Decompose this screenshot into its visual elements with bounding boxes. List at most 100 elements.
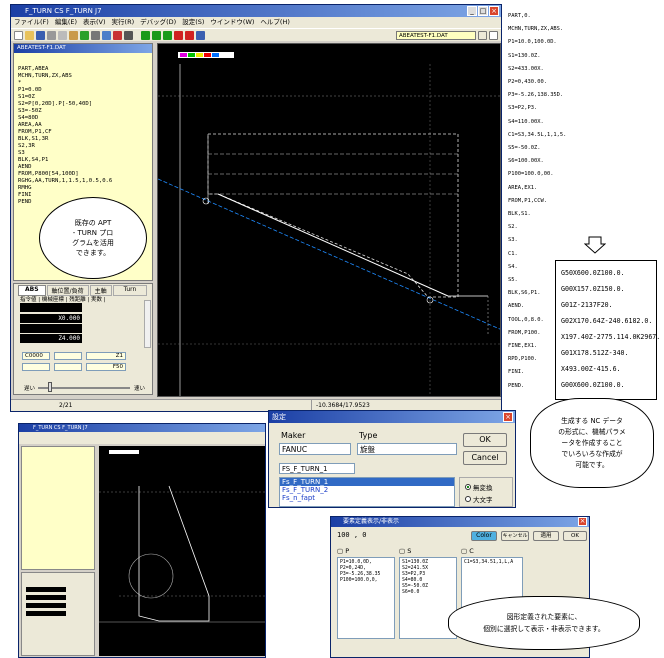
reset-icon[interactable] <box>185 30 194 40</box>
color-swatch-red <box>204 53 211 57</box>
zoom-icon[interactable] <box>102 30 111 40</box>
settings-title: 設定 <box>272 413 286 421</box>
p-label: P <box>345 547 350 555</box>
s-column-label: ▢ S <box>399 547 411 555</box>
radio-no-conversion[interactable]: 無変換 <box>465 482 493 492</box>
post-input[interactable]: FS_F_TURN_1 <box>279 463 355 474</box>
p-element-list[interactable]: P1=10.0,0D, P2=0,24D, P3=-5.26,38.35 P100=1… <box>337 557 395 639</box>
new-icon[interactable] <box>14 30 23 40</box>
z-position: Z4.000 <box>20 334 82 343</box>
radio-unchecked-icon[interactable] <box>465 496 471 502</box>
source-line: P1=0.0D <box>18 87 42 93</box>
panel-scrollbar[interactable] <box>144 300 151 348</box>
s-element-item: S6=0.0 <box>402 590 420 595</box>
stop-icon[interactable] <box>113 30 122 40</box>
source-line: MCHN,TURN,ZX,ABS <box>18 73 72 79</box>
down-arrow-icon <box>584 236 606 254</box>
s-icon[interactable] <box>489 30 498 40</box>
second-profile <box>138 485 210 622</box>
tab-turn[interactable]: Turn <box>112 285 148 296</box>
source-line: S2,3R <box>18 143 35 149</box>
position-subtabs[interactable]: 指令値 | 機械座標 | 残距離 | 実数 | <box>20 295 106 303</box>
menu-file[interactable]: ファイル(F) <box>14 17 49 28</box>
copy-icon[interactable] <box>58 30 67 40</box>
open-icon[interactable] <box>25 30 34 40</box>
post-list-item-2[interactable]: Fs_F_TURN_2 <box>280 486 454 494</box>
second-display-3 <box>26 603 66 608</box>
menu-help[interactable]: ヘルプ(H) <box>260 17 289 28</box>
apt-line: AREA,EX1. <box>508 184 538 191</box>
dropdown-arrow-icon[interactable] <box>478 30 487 40</box>
display-close-button[interactable]: × <box>578 517 587 526</box>
id-value: 100 , 0 <box>337 531 367 539</box>
p-checkbox-icon[interactable]: ▢ <box>337 547 345 555</box>
apt-line: C1=S3,34.5L,1,1,5. <box>508 131 567 138</box>
display-cancel-button[interactable]: キャンセル <box>501 531 529 541</box>
main-window: F_TURN CS F_TURN J7 _ □ × ファイル(F) 編集(E) 表示… <box>10 4 502 412</box>
grid-icon[interactable] <box>91 30 100 40</box>
type-input[interactable]: 旋盤 <box>357 443 457 455</box>
cancel-button[interactable]: Cancel <box>463 451 507 465</box>
graphics-view[interactable] <box>157 43 501 397</box>
s-checkbox-icon[interactable]: ▢ <box>399 547 407 555</box>
source-line: FROM,P800[54,100D] <box>18 171 79 177</box>
callout-left-text: 既存の APT - TURN プロ グラムを活用 できます。 <box>72 219 114 257</box>
post-list-item-1[interactable]: Fs_F_TURN_1 <box>280 478 454 486</box>
cut-icon[interactable] <box>47 30 56 40</box>
apt-line: PART,0. <box>508 13 531 19</box>
file-select[interactable]: ABEATEST-F1.DAT <box>396 30 476 40</box>
pause-icon[interactable] <box>124 30 133 40</box>
info-icon[interactable] <box>196 30 205 40</box>
apt-line: P100=100.0,00. <box>508 171 554 178</box>
speed-low-label: 遅い <box>24 386 36 392</box>
radio-uppercase[interactable]: 大文字 <box>465 494 493 504</box>
step-icon[interactable] <box>152 30 161 40</box>
menu-view[interactable]: 表示(V) <box>83 17 106 28</box>
radio-checked-icon[interactable] <box>465 484 471 490</box>
toolpath-drawing <box>158 52 500 396</box>
source-code[interactable]: PART,ABEA MCHN,TURN,ZX,ABS * P1=0.0D S1=0Z S2… <box>14 53 152 206</box>
source-line: S4=80D <box>18 115 39 121</box>
settings-close-button[interactable]: × <box>503 412 513 422</box>
apply-button[interactable]: 適用 <box>533 531 559 541</box>
menu-window[interactable]: ウインドウ(W) <box>210 17 254 28</box>
add-icon[interactable] <box>80 30 89 40</box>
step-back-icon[interactable] <box>163 30 172 40</box>
stop-run-icon[interactable] <box>174 30 183 40</box>
menu-edit[interactable]: 編集(E) <box>55 17 77 28</box>
c-checkbox-icon[interactable]: ▢ <box>461 547 469 555</box>
speed-slider-thumb[interactable] <box>48 382 52 392</box>
nc-line: X197.40Z-2775.114.0K2967. <box>561 333 661 341</box>
apt-line: C1. <box>508 250 518 257</box>
apt-line: S1=130.0Z. <box>508 52 541 59</box>
post-list[interactable]: Fs_F_TURN_1 Fs_F_TURN_2 Fs_n_fapt <box>279 477 455 507</box>
play-icon[interactable] <box>141 30 150 40</box>
save-icon[interactable] <box>36 30 45 40</box>
minimize-button[interactable]: _ <box>467 6 477 16</box>
maximize-button[interactable]: □ <box>478 6 488 16</box>
nc-line: G02X170.64Z-240.6182.0. <box>561 317 653 325</box>
ok-button[interactable]: OK <box>463 433 507 447</box>
type-label: Type <box>359 431 378 440</box>
display-title: 要素定義表示/非表示 <box>343 518 400 525</box>
paste-icon[interactable] <box>69 30 78 40</box>
menu-debug[interactable]: デバッグ(D) <box>140 17 176 28</box>
position-display-2 <box>20 324 82 333</box>
status-feed-field: F50 <box>86 363 126 371</box>
apt-line: P1=10.0,100.0D. <box>508 39 557 46</box>
source-line: BLK,S4,P1 <box>18 157 49 163</box>
apt-line: S4=110.00X. <box>508 118 544 125</box>
source-line: RGHG,AA,TURN,1,1.5,1,0.5,0.6 <box>18 178 113 184</box>
second-graphics-view[interactable] <box>99 446 265 656</box>
menu-run[interactable]: 実行(R) <box>112 17 135 28</box>
color-button[interactable]: Color <box>471 531 497 541</box>
menu-settings[interactable]: 設定(S) <box>182 17 204 28</box>
callout-bottom-text: 図形定義された要素に、 個別に選択して表示・非表示できます。 <box>483 613 605 633</box>
status-blank-2 <box>22 363 50 371</box>
nc-line: G00X600.0Z100.0. <box>561 381 625 389</box>
maker-input[interactable]: FANUC <box>279 443 351 455</box>
close-button[interactable]: × <box>489 6 499 16</box>
display-ok-button[interactable]: OK <box>563 531 587 541</box>
post-list-item-3[interactable]: Fs_n_fapt <box>280 494 454 502</box>
status-line-count: 2/21 <box>59 402 73 409</box>
